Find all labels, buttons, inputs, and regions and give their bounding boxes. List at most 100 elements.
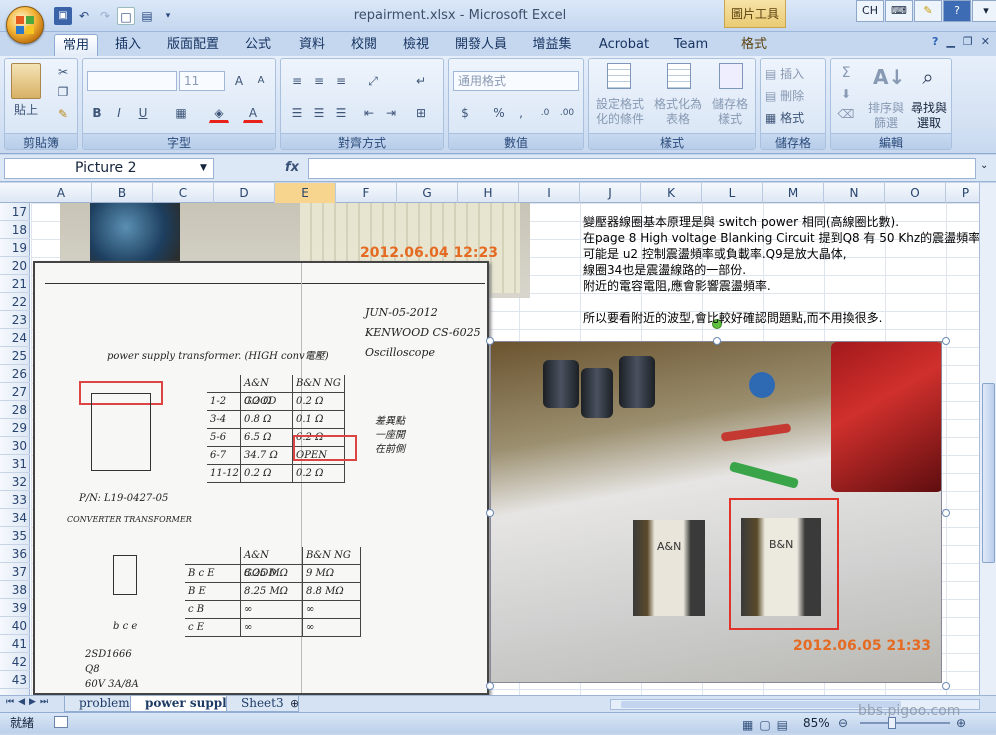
insert-sheet-icon[interactable]: ⊕ [290, 697, 299, 710]
align-middle-icon[interactable]: ≡ [309, 71, 329, 91]
view-buttons[interactable]: ▦▢▤ [742, 715, 794, 735]
sort-filter-icon[interactable]: A↓ [873, 65, 905, 89]
paste-button[interactable]: 貼上 [9, 101, 43, 118]
grow-font-icon[interactable]: A [229, 71, 249, 91]
font-name-field[interactable] [87, 71, 177, 91]
minimize-window-icon[interactable]: ▁ [946, 35, 954, 48]
row-header-28[interactable]: 28 [0, 401, 30, 419]
row-header-35[interactable]: 35 [0, 527, 30, 545]
expand-formula-icon[interactable]: ⌄ [980, 160, 988, 171]
align-bottom-icon[interactable]: ≡ [331, 71, 351, 91]
office-button[interactable] [6, 6, 44, 44]
row-header-29[interactable]: 29 [0, 419, 30, 437]
cell-styles-button[interactable]: 儲存格樣式 [707, 97, 753, 127]
tab-insert[interactable]: 插入 [106, 34, 150, 56]
fill-icon[interactable]: ⬇ [837, 87, 855, 101]
minimize-icon[interactable]: ▾ [972, 0, 996, 22]
row-header-36[interactable]: 36 [0, 545, 30, 563]
help-button[interactable]: ? [943, 0, 971, 22]
board-photo[interactable]: A&N B&N 2012.06.05 21:33 [490, 341, 942, 683]
cell-styles-icon[interactable] [719, 63, 743, 89]
column-header-b[interactable]: B [92, 183, 153, 203]
column-header-k[interactable]: K [641, 183, 702, 203]
row-header-43[interactable]: 43 [0, 671, 30, 689]
column-header-c[interactable]: C [153, 183, 214, 203]
format-painter-icon[interactable]: ✎ [55, 107, 71, 121]
row-header-40[interactable]: 40 [0, 617, 30, 635]
row-header-34[interactable]: 34 [0, 509, 30, 527]
copy-icon[interactable]: ❐ [55, 85, 71, 99]
row-header-38[interactable]: 38 [0, 581, 30, 599]
row-header-41[interactable]: 41 [0, 635, 30, 653]
increase-decimal-icon[interactable]: .0 [535, 103, 555, 123]
row-header-37[interactable]: 37 [0, 563, 30, 581]
paste-icon[interactable] [11, 63, 41, 99]
column-header-l[interactable]: L [702, 183, 763, 203]
undo-icon[interactable]: ↶ [75, 7, 93, 25]
resize-handle-w[interactable] [486, 509, 494, 517]
column-header-n[interactable]: N [824, 183, 885, 203]
name-box-dropdown-icon[interactable]: ▼ [200, 163, 207, 173]
format-as-table-icon[interactable] [667, 63, 691, 89]
print-preview-icon[interactable]: ▤ [138, 7, 156, 25]
zoom-slider[interactable] [860, 722, 950, 724]
font-color-icon[interactable]: A [243, 103, 263, 123]
tab-team[interactable]: Team [666, 34, 716, 56]
row-header-42[interactable]: 42 [0, 653, 30, 671]
zoom-level[interactable]: 85% [803, 713, 830, 733]
tab-acrobat[interactable]: Acrobat [592, 34, 656, 56]
cut-icon[interactable]: ✂ [55, 65, 71, 79]
format-cells-button[interactable]: ▦ 格式 [765, 109, 823, 126]
help-icon[interactable]: ? [932, 35, 938, 48]
conditional-format-button[interactable]: 設定格式化的條件 [591, 97, 649, 127]
percent-button[interactable]: % [489, 103, 509, 123]
row-header-32[interactable]: 32 [0, 473, 30, 491]
find-select-button[interactable]: 尋找與選取 [909, 101, 949, 131]
handwritten-notes-image[interactable]: JUN-05-2012 KENWOOD CS-6025 Oscilloscope… [33, 261, 489, 695]
decrease-indent-icon[interactable]: ⇤ [359, 103, 379, 123]
column-header-h[interactable]: H [458, 183, 519, 203]
bold-button[interactable]: B [87, 103, 107, 123]
merge-cells-icon[interactable]: ⊞ [411, 103, 431, 123]
row-header-39[interactable]: 39 [0, 599, 30, 617]
save-icon[interactable]: ▣ [54, 7, 72, 25]
row-header-26[interactable]: 26 [0, 365, 30, 383]
delete-cells-button[interactable]: ▤ 刪除 [765, 87, 823, 104]
name-box[interactable]: Picture 2 [4, 158, 214, 179]
column-header-d[interactable]: D [214, 183, 275, 203]
align-left-icon[interactable]: ☰ [287, 103, 307, 123]
macro-record-icon[interactable] [54, 716, 68, 728]
wrap-text-icon[interactable]: ↵ [411, 71, 431, 91]
row-header-24[interactable]: 24 [0, 329, 30, 347]
column-header-e[interactable]: E [275, 183, 336, 203]
row-header-33[interactable]: 33 [0, 491, 30, 509]
border-icon[interactable]: ▦ [171, 103, 191, 123]
pen-icon[interactable]: ✎ [914, 0, 942, 22]
tab-review[interactable]: 校閱 [342, 34, 386, 56]
font-size-field[interactable]: 11 [179, 71, 225, 91]
formula-input[interactable] [308, 158, 976, 179]
resize-handle-nw[interactable] [486, 337, 494, 345]
sort-filter-button[interactable]: 排序與篩選 [867, 101, 905, 131]
tab-format[interactable]: 格式 [726, 34, 782, 56]
tab-home[interactable]: 常用 [54, 34, 98, 56]
column-header-g[interactable]: G [397, 183, 458, 203]
fill-color-icon[interactable]: ◈ [209, 103, 229, 123]
row-header-25[interactable]: 25 [0, 347, 30, 365]
column-header-m[interactable]: M [763, 183, 824, 203]
comma-button[interactable]: , [511, 103, 531, 123]
format-as-table-button[interactable]: 格式化為表格 [653, 97, 703, 127]
column-header-f[interactable]: F [336, 183, 397, 203]
align-right-icon[interactable]: ☰ [331, 103, 351, 123]
align-center-icon[interactable]: ☰ [309, 103, 329, 123]
tab-addins[interactable]: 增益集 [524, 34, 580, 56]
tab-data[interactable]: 資料 [290, 34, 334, 56]
insert-function-icon[interactable]: fx [285, 160, 299, 175]
new-document-icon[interactable]: □ [117, 7, 135, 25]
autosum-icon[interactable]: Σ [837, 65, 855, 81]
find-icon[interactable]: ⌕ [913, 65, 943, 89]
zoom-out-icon[interactable]: ⊖ [838, 713, 848, 733]
currency-icon[interactable]: $ [455, 103, 475, 123]
row-header-21[interactable]: 21 [0, 275, 30, 293]
sheet-nav-icons[interactable]: ⏮◀▶⏭ [6, 697, 52, 707]
